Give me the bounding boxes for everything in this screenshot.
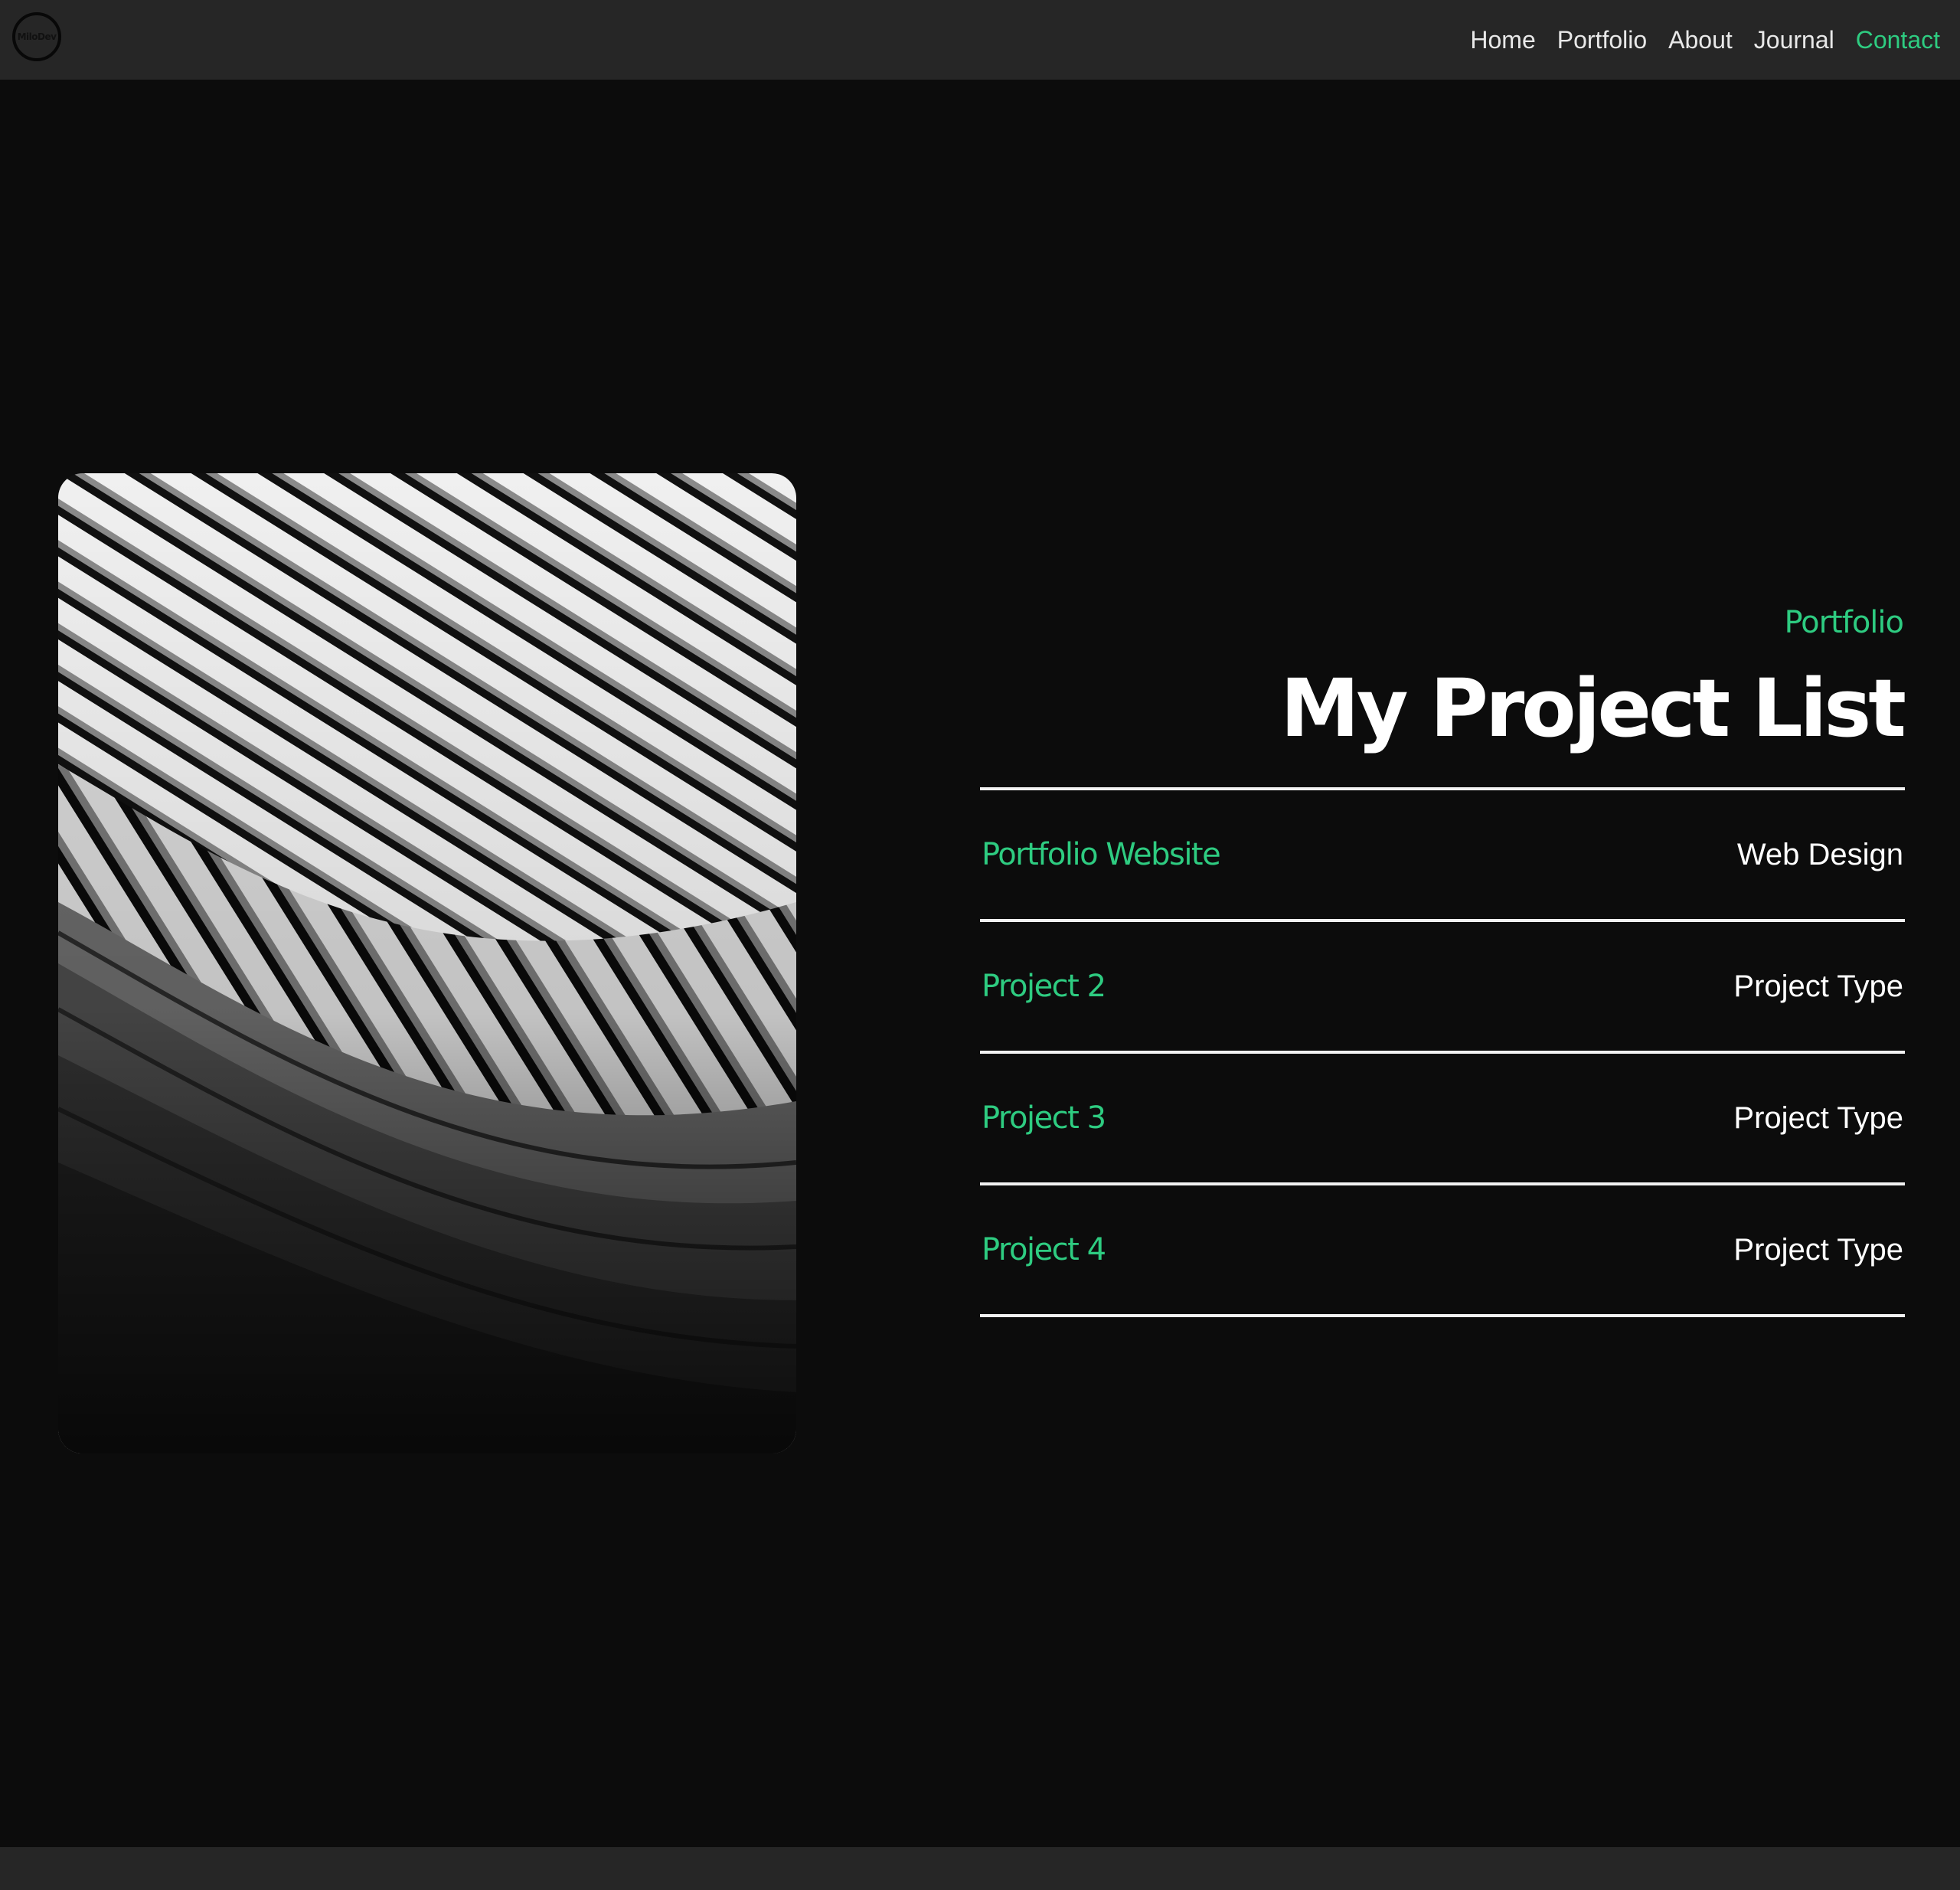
project-row-2[interactable]: Project 2 Project Type [980,922,1905,1054]
nav-link-home[interactable]: Home [1470,26,1535,54]
project-type: Project Type [1733,1100,1903,1135]
project-name[interactable]: Project 3 [982,1100,1106,1136]
project-list: Portfolio Website Web Design Project 2 P… [980,787,1905,1317]
section-eyebrow: Portfolio [1784,605,1904,640]
project-name[interactable]: Project 2 [982,969,1106,1004]
nav-list: Home Portfolio About Journal Contact [1470,23,1940,57]
page-title: My Project List [1280,662,1906,755]
project-row-3[interactable]: Project 3 Project Type [980,1054,1905,1185]
project-type: Project Type [1733,1232,1903,1267]
logo-text: MiloDev [17,31,57,42]
project-row-4[interactable]: Project 4 Project Type [980,1185,1905,1317]
project-type: Web Design [1736,837,1903,871]
logo[interactable]: MiloDev [12,12,61,61]
nav-link-contact[interactable]: Contact [1856,26,1940,54]
nav-link-journal[interactable]: Journal [1754,26,1834,54]
project-row-portfolio-website[interactable]: Portfolio Website Web Design [980,790,1905,922]
nav-link-portfolio[interactable]: Portfolio [1557,26,1647,54]
nav-link-about[interactable]: About [1668,26,1733,54]
architecture-image [58,473,796,1453]
project-type: Project Type [1733,969,1903,1003]
navbar: MiloDev Home Portfolio About Journal Con… [0,0,1960,80]
footer [0,1847,1960,1890]
project-name[interactable]: Project 4 [982,1232,1106,1267]
architecture-photo [58,473,796,1453]
project-name[interactable]: Portfolio Website [982,837,1221,872]
